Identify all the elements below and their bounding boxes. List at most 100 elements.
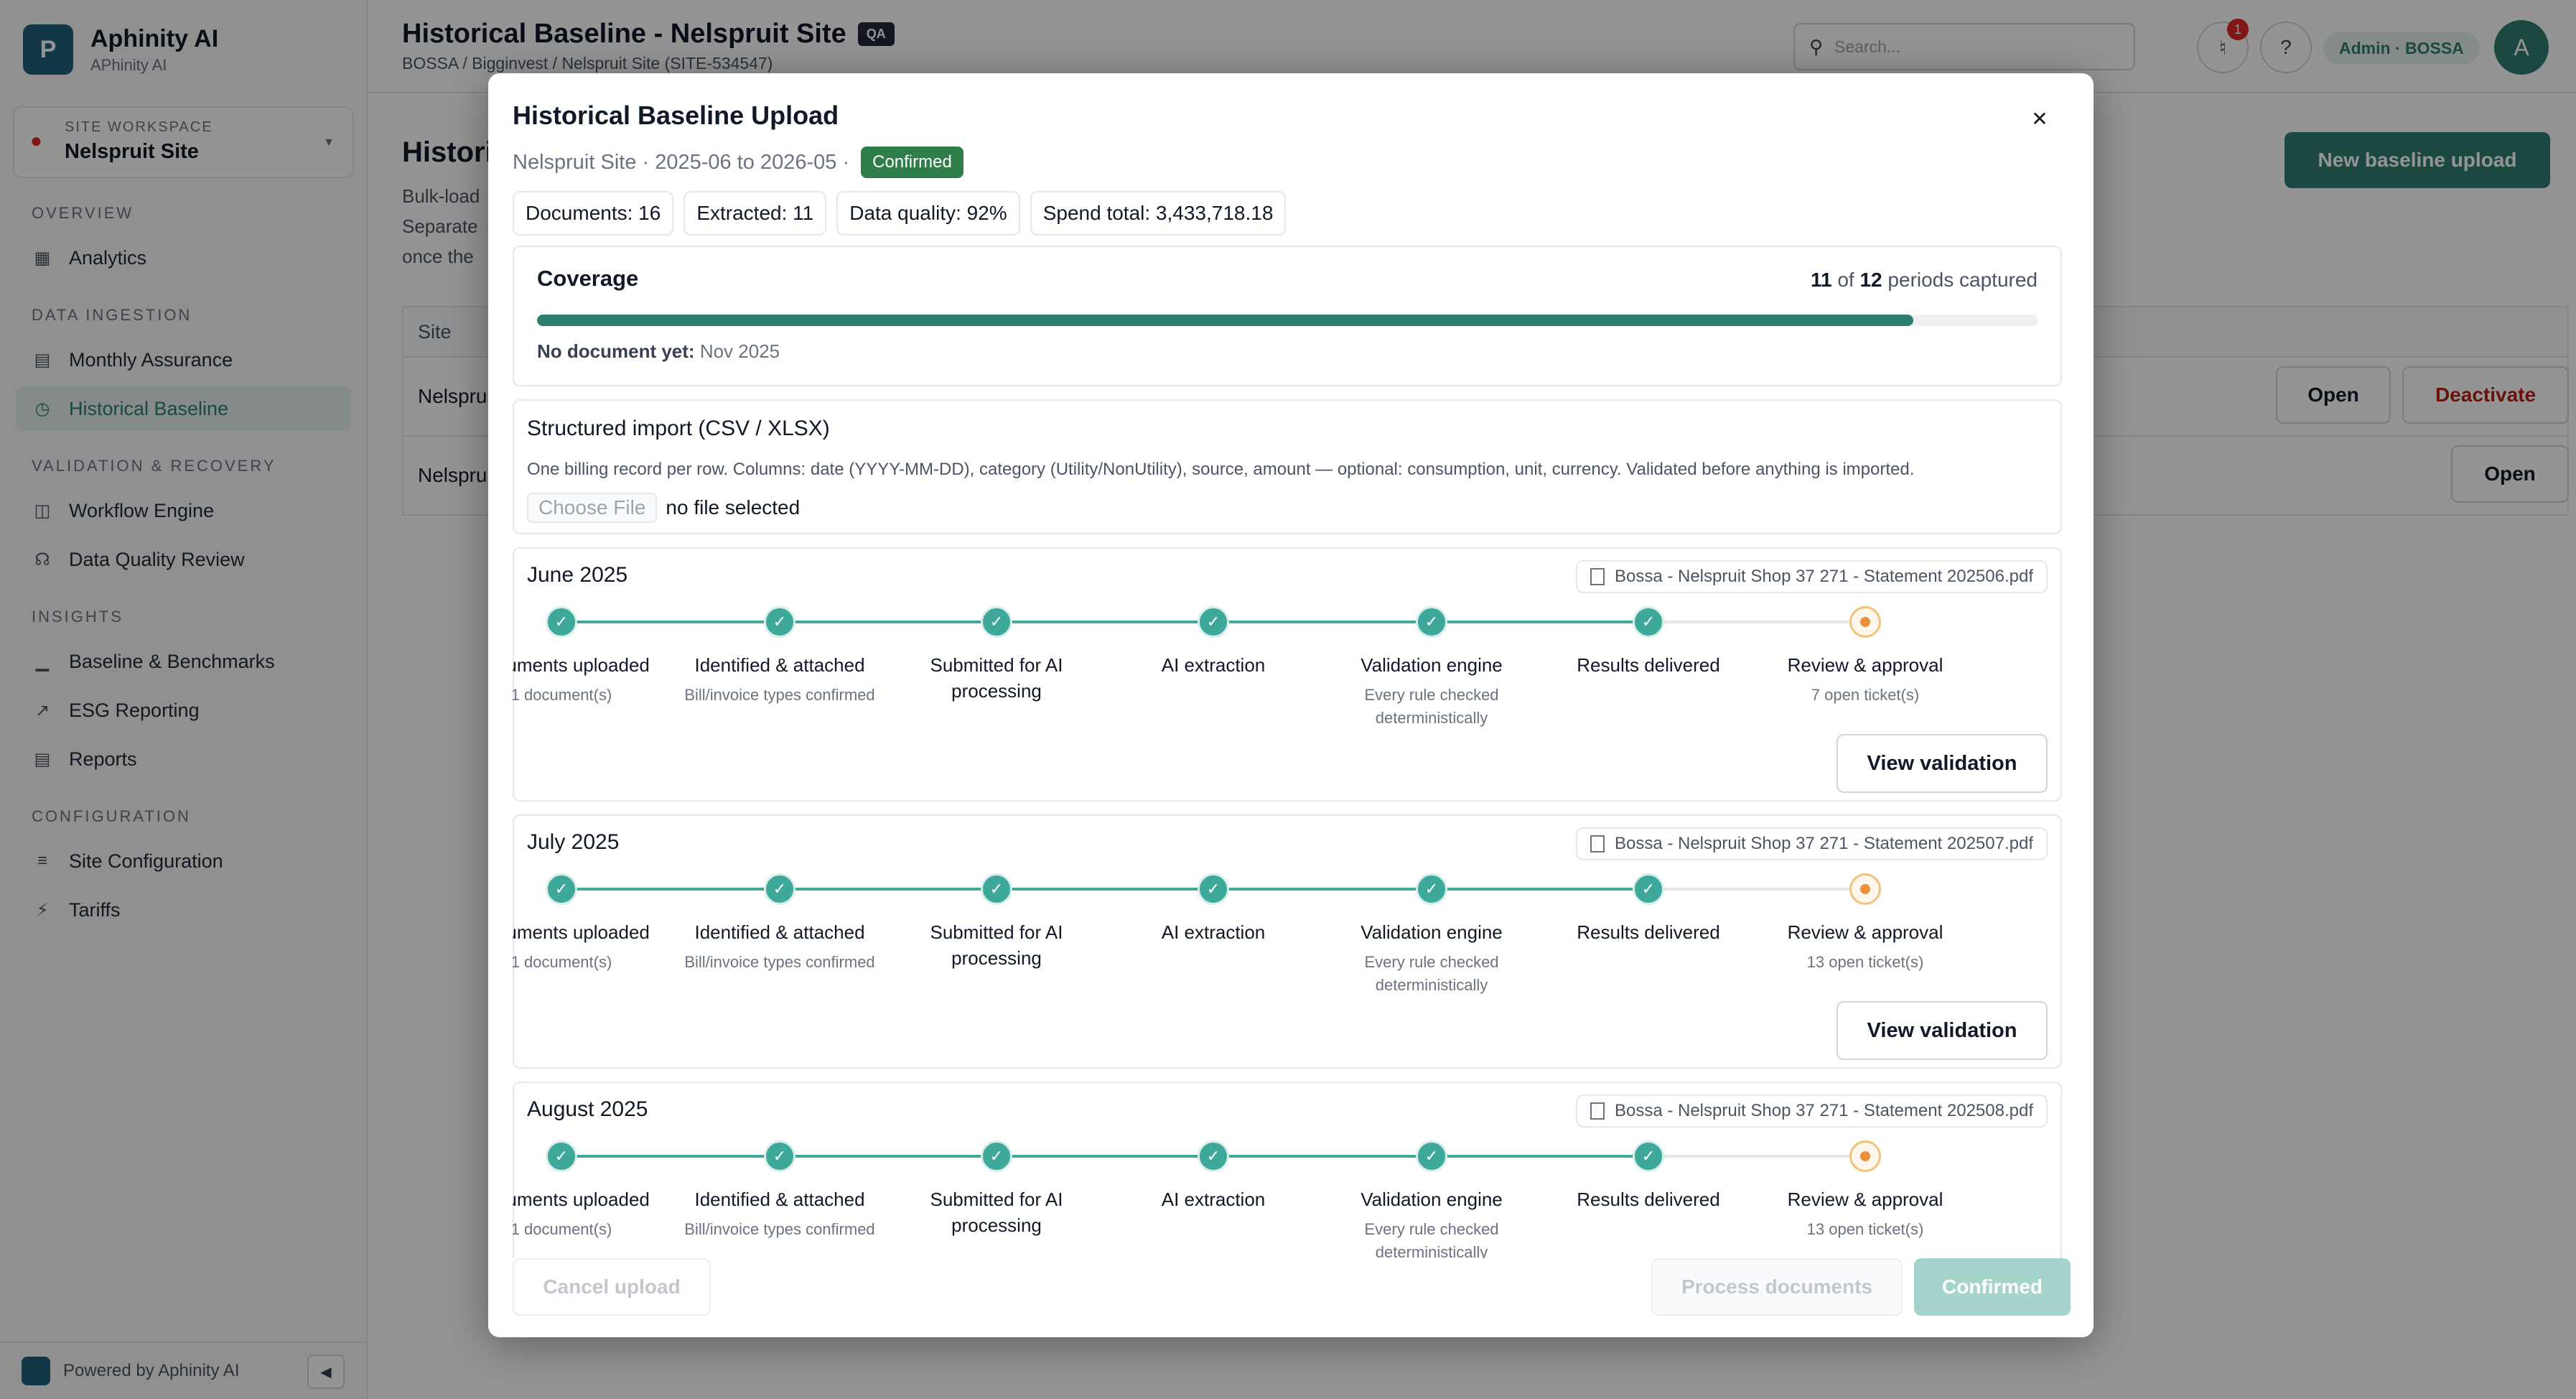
check-icon: ✓ bbox=[1198, 873, 1229, 905]
pipeline-step: ✓ AI extraction bbox=[1113, 606, 1314, 684]
process-documents-button[interactable]: Process documents bbox=[1651, 1258, 1903, 1316]
month-name: August 2025 bbox=[527, 1097, 648, 1121]
confirmed-button[interactable]: Confirmed bbox=[1914, 1258, 2071, 1316]
step-detail: Every rule checked deterministically bbox=[1364, 686, 1499, 727]
close-icon: ✕ bbox=[2031, 107, 2048, 130]
stat-spend-total: Spend total: 3,433,718.18 bbox=[1030, 191, 1287, 236]
step-label: AI extraction bbox=[1161, 1189, 1266, 1210]
check-icon: ✓ bbox=[1198, 606, 1229, 638]
step-label: Review & approval bbox=[1787, 1189, 1943, 1210]
step-label: Results delivered bbox=[1577, 1189, 1720, 1210]
step-detail: 13 open ticket(s) bbox=[1806, 953, 1924, 971]
check-icon: ✓ bbox=[764, 1140, 795, 1172]
stats-row: Documents: 16 Extracted: 11 Data quality… bbox=[513, 191, 1287, 236]
baseline-upload-modal: Historical Baseline Upload Nelspruit Sit… bbox=[488, 73, 2094, 1337]
coverage-progress-bar bbox=[537, 315, 2038, 326]
month-card: June 2025 Bossa - Nelspruit Shop 37 271 -… bbox=[513, 547, 2062, 801]
stat-extracted: Extracted: 11 bbox=[683, 191, 827, 236]
stat-data-quality: Data quality: 92% bbox=[836, 191, 1020, 236]
coverage-total: 12 bbox=[1859, 269, 1882, 291]
step-label: Review & approval bbox=[1787, 921, 1943, 943]
coverage-card: Coverage 11 of 12 periods captured No do… bbox=[513, 246, 2062, 386]
check-icon: ✓ bbox=[1633, 873, 1664, 905]
view-validation-button[interactable]: View validation bbox=[1837, 1001, 2048, 1060]
check-icon: ✓ bbox=[1633, 606, 1664, 638]
choose-file-button[interactable]: Choose File bbox=[527, 493, 658, 523]
file-name: Bossa - Nelspruit Shop 37 271 - Statemen… bbox=[1614, 567, 2033, 586]
coverage-count: 11 of 12 periods captured bbox=[1811, 269, 2038, 292]
status-badge: Confirmed bbox=[861, 147, 963, 178]
step-label: AI extraction bbox=[1161, 921, 1266, 943]
modal-scroll-area[interactable]: Coverage 11 of 12 periods captured No do… bbox=[513, 246, 2062, 1313]
check-icon: ✓ bbox=[546, 1140, 577, 1172]
step-label: Results delivered bbox=[1577, 921, 1720, 943]
missing-value: Nov 2025 bbox=[699, 340, 780, 362]
structured-import-card: Structured import (CSV / XLSX) One billi… bbox=[513, 399, 2062, 534]
pending-step-icon bbox=[1849, 1140, 1881, 1172]
pending-step-icon bbox=[1849, 606, 1881, 638]
check-icon: ✓ bbox=[1416, 606, 1447, 638]
step-detail: Bill/invoice types confirmed bbox=[684, 1220, 875, 1238]
coverage-progress-fill bbox=[537, 315, 1913, 326]
check-icon: ✓ bbox=[764, 873, 795, 905]
pipeline-step: Review & approval 13 open ticket(s) bbox=[1765, 873, 1966, 974]
step-label: Review & approval bbox=[1787, 654, 1943, 676]
check-icon: ✓ bbox=[981, 606, 1012, 638]
step-label: Documents uploaded bbox=[513, 1189, 650, 1210]
step-detail: 1 document(s) bbox=[513, 953, 612, 971]
pending-step-icon bbox=[1849, 873, 1881, 905]
check-icon: ✓ bbox=[1416, 1140, 1447, 1172]
file-name: Bossa - Nelspruit Shop 37 271 - Statemen… bbox=[1614, 1101, 2033, 1120]
step-detail: Every rule checked deterministically bbox=[1364, 953, 1499, 994]
pipeline-step: ✓ Validation engine Every rule checked det… bbox=[1331, 873, 1532, 997]
file-picker: Choose File no file selected bbox=[527, 493, 2048, 523]
month-card: July 2025 Bossa - Nelspruit Shop 37 271 -… bbox=[513, 814, 2062, 1069]
check-icon: ✓ bbox=[1416, 873, 1447, 905]
check-icon: ✓ bbox=[546, 606, 577, 638]
pipeline-step: ✓ Documents uploaded 1 document(s) bbox=[513, 606, 662, 707]
step-label: Results delivered bbox=[1577, 654, 1720, 676]
step-detail: Every rule checked deterministically bbox=[1364, 1220, 1499, 1261]
pipeline-step: ✓ Documents uploaded 1 document(s) bbox=[513, 873, 662, 974]
coverage-suffix: periods captured bbox=[1887, 269, 2038, 291]
statement-file-chip[interactable]: Bossa - Nelspruit Shop 37 271 - Statemen… bbox=[1575, 560, 2048, 593]
coverage-captured: 11 bbox=[1810, 269, 1832, 291]
step-detail: 7 open ticket(s) bbox=[1811, 686, 1920, 704]
step-label: Documents uploaded bbox=[513, 654, 650, 676]
statement-file-chip[interactable]: Bossa - Nelspruit Shop 37 271 - Statemen… bbox=[1575, 827, 2048, 860]
modal-header: Historical Baseline Upload Nelspruit Sit… bbox=[513, 101, 2069, 178]
check-icon: ✓ bbox=[981, 873, 1012, 905]
pipeline-step: ✓ Results delivered bbox=[1548, 873, 1749, 951]
pipeline-step: ✓ Submitted for AI processing bbox=[896, 1140, 1097, 1244]
stat-documents: Documents: 16 bbox=[513, 191, 674, 236]
cancel-upload-button[interactable]: Cancel upload bbox=[513, 1258, 711, 1316]
pipeline-step: ✓ AI extraction bbox=[1113, 873, 1314, 951]
step-label: Submitted for AI processing bbox=[930, 1189, 1063, 1236]
pipeline-step: ✓ Results delivered bbox=[1548, 606, 1749, 684]
import-description: One billing record per row. Columns: dat… bbox=[527, 460, 1915, 479]
file-name: Bossa - Nelspruit Shop 37 271 - Statemen… bbox=[1614, 834, 2033, 853]
file-status: no file selected bbox=[666, 496, 801, 519]
step-label: AI extraction bbox=[1161, 654, 1266, 676]
step-label: Identified & attached bbox=[694, 654, 865, 676]
coverage-of: of bbox=[1837, 269, 1854, 291]
step-detail: Bill/invoice types confirmed bbox=[684, 686, 875, 704]
statement-file-chip[interactable]: Bossa - Nelspruit Shop 37 271 - Statemen… bbox=[1575, 1094, 2048, 1128]
pipeline-step: ✓ Identified & attached Bill/invoice types… bbox=[679, 873, 880, 974]
close-button[interactable]: ✕ bbox=[2022, 101, 2058, 136]
step-detail: 1 document(s) bbox=[513, 686, 612, 704]
file-icon bbox=[1590, 835, 1605, 852]
modal-footer: Cancel upload Process documents Confirme… bbox=[488, 1258, 2094, 1337]
import-title: Structured import (CSV / XLSX) bbox=[527, 417, 830, 440]
missing-label: No document yet: bbox=[537, 340, 695, 362]
file-icon bbox=[1590, 568, 1605, 585]
step-label: Identified & attached bbox=[694, 1189, 865, 1210]
month-list: June 2025 Bossa - Nelspruit Shop 37 271 -… bbox=[513, 547, 2062, 1313]
pipeline-step: ✓ AI extraction bbox=[1113, 1140, 1314, 1218]
step-label: Submitted for AI processing bbox=[930, 654, 1063, 702]
pipeline-step: ✓ Validation engine Every rule checked det… bbox=[1331, 1140, 1532, 1264]
file-icon bbox=[1590, 1102, 1605, 1120]
pipeline-step: ✓ Submitted for AI processing bbox=[896, 873, 1097, 977]
pipeline-step: ✓ Identified & attached Bill/invoice types… bbox=[679, 606, 880, 707]
view-validation-button[interactable]: View validation bbox=[1837, 734, 2048, 793]
